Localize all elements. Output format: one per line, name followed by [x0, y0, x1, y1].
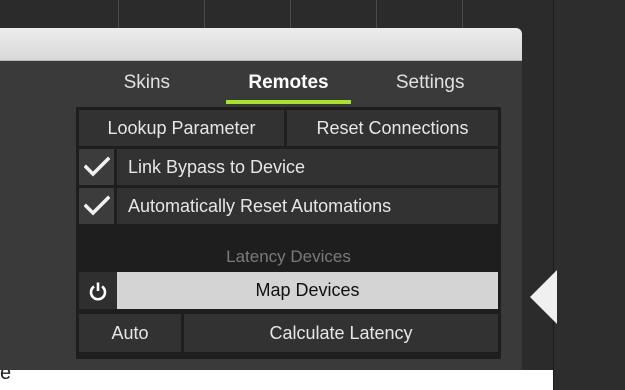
tab-remotes[interactable]: Remotes — [218, 61, 360, 104]
tab-skins[interactable]: Skins — [76, 61, 218, 104]
track-divider — [376, 0, 377, 28]
map-devices-button[interactable]: Map Devices — [117, 272, 498, 309]
link-bypass-checkbox[interactable] — [79, 149, 115, 185]
auto-button[interactable]: Auto — [79, 314, 181, 352]
settings-panel: Skins Remotes Settings Lookup Parameter … — [0, 28, 522, 370]
check-icon — [83, 156, 110, 177]
tab-settings[interactable]: Settings — [359, 61, 501, 104]
track-divider — [462, 0, 463, 28]
button-row: Lookup Parameter Reset Connections — [79, 110, 498, 146]
bottom-margin — [0, 370, 553, 390]
track-divider — [290, 0, 291, 28]
panel-titlebar[interactable] — [0, 28, 522, 61]
track-divider — [204, 0, 205, 28]
check-icon — [83, 195, 110, 216]
power-icon — [89, 282, 107, 300]
link-bypass-row: Link Bypass to Device — [79, 149, 499, 185]
calculate-latency-button[interactable]: Calculate Latency — [184, 314, 498, 352]
link-bypass-label[interactable]: Link Bypass to Device — [116, 149, 499, 185]
track-divider — [118, 0, 119, 28]
auto-reset-checkbox[interactable] — [79, 188, 115, 224]
right-sidebar — [553, 0, 625, 390]
remotes-content: Lookup Parameter Reset Connections Link … — [76, 107, 501, 359]
tab-bar: Skins Remotes Settings — [76, 61, 501, 104]
triangle-left-icon[interactable] — [530, 270, 557, 324]
reset-connections-button[interactable]: Reset Connections — [287, 110, 498, 146]
lookup-parameter-button[interactable]: Lookup Parameter — [79, 110, 284, 146]
latency-row: Auto Calculate Latency — [79, 314, 498, 352]
auto-reset-label[interactable]: Automatically Reset Automations — [116, 188, 499, 224]
latency-devices-heading: Latency Devices — [226, 247, 351, 266]
auto-reset-row: Automatically Reset Automations — [79, 188, 499, 224]
map-devices-row: Map Devices — [79, 272, 498, 309]
power-toggle[interactable] — [79, 272, 117, 309]
panel-body: Skins Remotes Settings Lookup Parameter … — [0, 61, 522, 370]
